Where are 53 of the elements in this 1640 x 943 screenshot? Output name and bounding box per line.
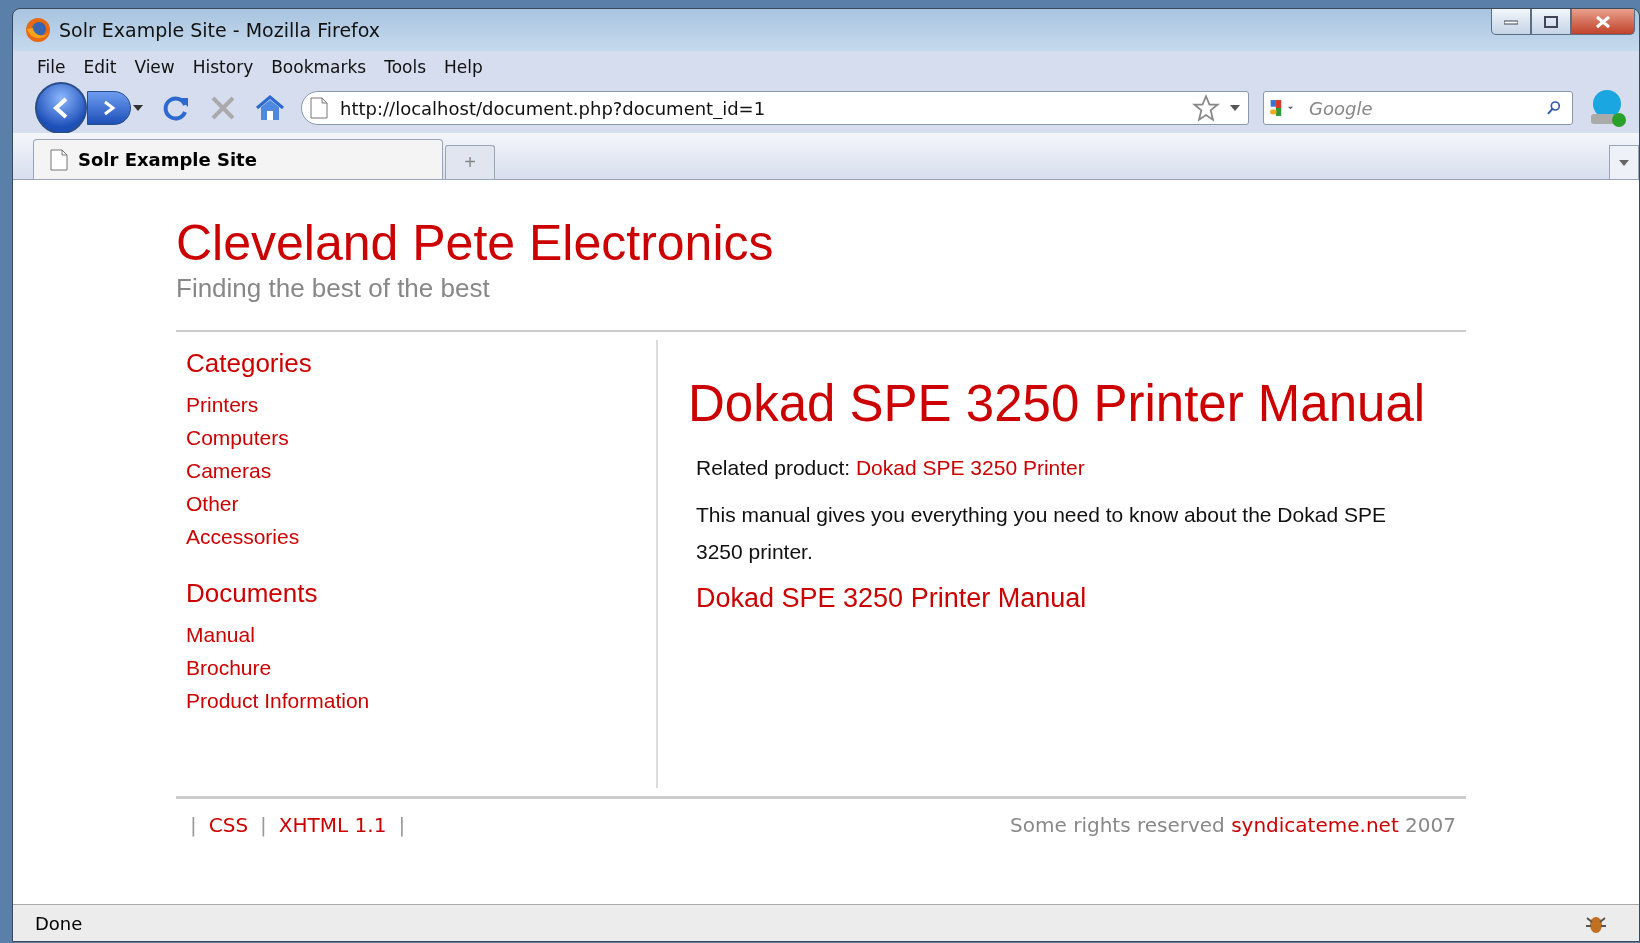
sidebar-heading: Categories	[186, 348, 313, 379]
menu-item[interactable]: File	[37, 57, 66, 77]
sidebar-link[interactable]: Computers	[186, 424, 656, 451]
window-title: Solr Example Site - Mozilla Firefox	[59, 19, 381, 41]
sidebar-link[interactable]: Manual	[186, 621, 656, 648]
copyright-text: Some rights reserved syndicateme.net 2007	[1010, 813, 1456, 837]
search-field[interactable]: Google	[1307, 96, 1537, 120]
document-download-link[interactable]: Dokad SPE 3250 Printer Manual	[696, 583, 1087, 613]
menu-item[interactable]: History	[192, 57, 254, 77]
site-tagline: Finding the best of the best	[176, 273, 491, 304]
back-button[interactable]	[35, 82, 87, 134]
page-icon	[50, 148, 68, 171]
minimize-icon	[1504, 18, 1518, 25]
status-text: Done	[35, 912, 83, 934]
close-button[interactable]	[1571, 9, 1635, 35]
sidebar-link[interactable]: Other	[186, 490, 656, 517]
document-description: This manual gives you everything you need to know about the Dokad SPE 3250 printer.	[696, 502, 1387, 565]
tab-list-button[interactable]	[1609, 145, 1639, 179]
menu-item[interactable]: View	[134, 57, 175, 77]
product-link[interactable]: Dokad SPE 3250 Printer	[855, 456, 1085, 479]
menu-item[interactable]: Help	[444, 57, 483, 77]
forward-button[interactable]	[87, 91, 131, 125]
search-bar[interactable]: Google	[1263, 91, 1573, 125]
caret-icon	[1619, 159, 1629, 166]
history-dropdown[interactable]	[131, 103, 145, 113]
dropdown-icon	[1230, 105, 1240, 111]
address-bar[interactable]: http://localhost/document.php?document_id=1	[301, 91, 1249, 125]
footer-link[interactable]: XHTML 1.1	[278, 813, 387, 837]
minimize-button[interactable]	[1491, 9, 1531, 35]
menu-item[interactable]: Tools	[384, 57, 427, 77]
related-product-text: Related product: Dokad SPE 3250 Printer	[696, 455, 1086, 481]
sidebar-heading: Documents	[186, 578, 319, 609]
separator-text: |	[398, 813, 406, 837]
menu-item[interactable]: Edit	[83, 57, 117, 77]
sidebar-link[interactable]: Brochure	[186, 654, 656, 681]
maximize-button[interactable]	[1531, 9, 1571, 35]
footer-link[interactable]: syndicateme.net	[1231, 813, 1399, 837]
browser-tab[interactable]: Solr Example Site	[33, 139, 443, 179]
footer-link[interactable]: CSS	[208, 813, 249, 837]
page-icon	[310, 97, 328, 119]
close-icon	[1595, 14, 1611, 29]
address-field[interactable]: http://localhost/document.php?document_id=1	[338, 96, 1182, 120]
sidebar-link[interactable]: Accessories	[186, 523, 656, 550]
maximize-icon	[1544, 15, 1558, 28]
separator-text: |	[260, 813, 267, 837]
document-title: Dokad SPE 3250 Printer Manual	[688, 374, 1426, 433]
site-title: Cleveland Pete Electronics	[176, 216, 775, 271]
menu-item[interactable]: Bookmarks	[271, 57, 367, 77]
separator-text: |	[190, 813, 197, 837]
sidebar-link[interactable]: Cameras	[186, 457, 656, 484]
sidebar-link[interactable]: Product Information	[186, 687, 656, 714]
sidebar-link[interactable]: Printers	[186, 391, 656, 418]
star-icon	[1192, 94, 1220, 122]
